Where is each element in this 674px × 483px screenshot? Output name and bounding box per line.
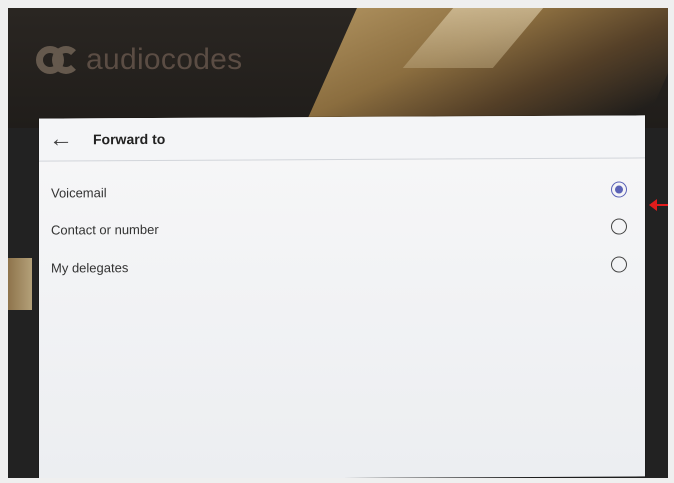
option-contact-or-number[interactable]: Contact or number	[51, 207, 627, 250]
option-label: Voicemail	[51, 184, 107, 201]
brand-logo: audiocodes	[36, 40, 242, 80]
option-my-delegates[interactable]: My delegates	[51, 245, 627, 288]
page-title: Forward to	[93, 130, 166, 148]
side-gold-decoration	[8, 258, 32, 310]
screen-header: ← Forward to	[39, 115, 645, 162]
phone-device: audiocodes ← Forward to Voicemail Contac…	[8, 8, 668, 478]
audiocodes-logo-icon	[36, 46, 80, 74]
option-label: Contact or number	[51, 221, 159, 238]
red-arrow-icon	[649, 199, 668, 211]
forward-to-screen: ← Forward to Voicemail Contact or number…	[39, 115, 645, 478]
radio-unselected-icon[interactable]	[611, 218, 627, 235]
option-label: My delegates	[51, 259, 129, 276]
back-arrow-icon[interactable]: ←	[49, 125, 73, 152]
radio-selected-icon[interactable]	[611, 181, 627, 198]
radio-unselected-icon[interactable]	[611, 256, 627, 273]
brand-name: audiocodes	[86, 43, 243, 76]
